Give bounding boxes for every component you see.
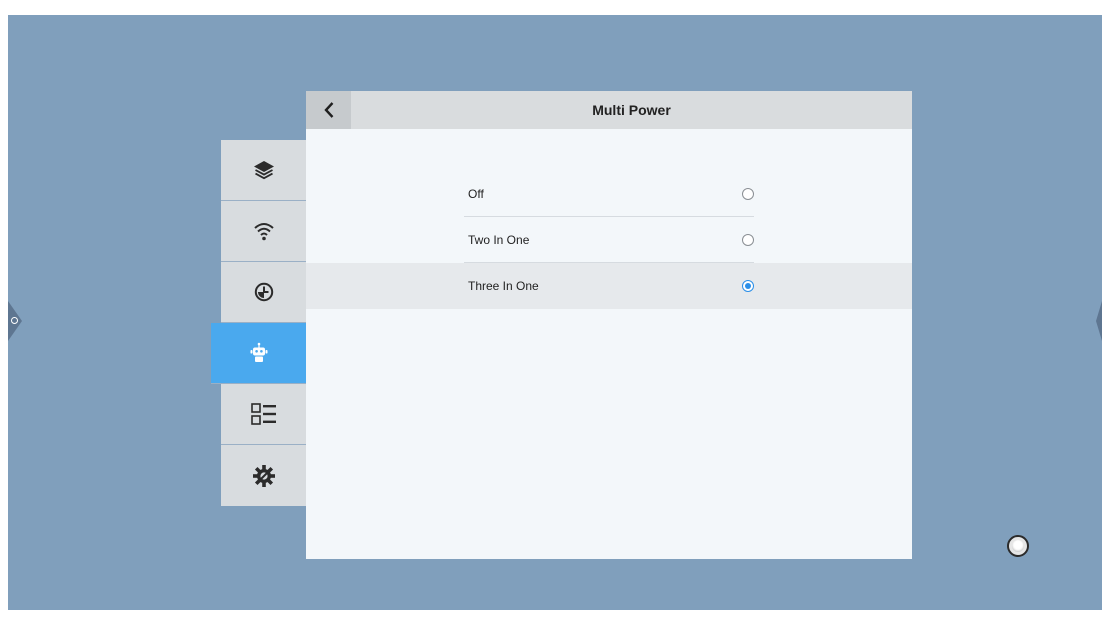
option-off[interactable]: Off [306, 171, 912, 217]
sidebar-item-time[interactable] [221, 262, 306, 323]
sidebar-item-network[interactable] [221, 201, 306, 262]
radio-button-off[interactable] [742, 188, 754, 200]
back-button[interactable] [306, 91, 351, 129]
list-view-icon [250, 403, 276, 425]
right-edge-handle[interactable] [1096, 301, 1102, 341]
option-row-content: Two In One [464, 217, 754, 263]
sidebar-item-multi-power[interactable] [211, 323, 306, 384]
radio-button-three-in-one[interactable] [742, 280, 754, 292]
option-label: Two In One [468, 233, 530, 247]
option-row-content: Off [464, 171, 754, 217]
option-three-in-one[interactable]: Three In One [306, 263, 912, 309]
handle-dot-icon [11, 317, 18, 324]
sidebar-item-display[interactable] [221, 384, 306, 445]
robot-icon [250, 342, 267, 362]
gear-wrench-icon [252, 464, 275, 487]
multi-power-panel: Multi Power Off Two In One Three In One [306, 91, 912, 559]
sidebar-item-layers[interactable] [221, 140, 306, 201]
radio-button-two-in-one[interactable] [742, 234, 754, 246]
chevron-left-icon [323, 102, 333, 118]
option-two-in-one[interactable]: Two In One [306, 217, 912, 263]
option-label: Three In One [468, 279, 539, 293]
page-title: Multi Power [592, 102, 671, 118]
option-list: Off Two In One Three In One [306, 171, 912, 309]
clock-icon [254, 282, 273, 302]
wifi-icon [253, 223, 274, 241]
left-edge-handle[interactable] [8, 301, 22, 341]
floating-assistive-button[interactable] [1007, 535, 1029, 557]
sidebar-item-advanced[interactable] [221, 445, 306, 506]
settings-sidebar [211, 140, 306, 506]
panel-header: Multi Power [306, 91, 912, 129]
option-label: Off [468, 187, 484, 201]
option-row-content: Three In One [464, 263, 754, 309]
layers-icon [253, 161, 274, 180]
